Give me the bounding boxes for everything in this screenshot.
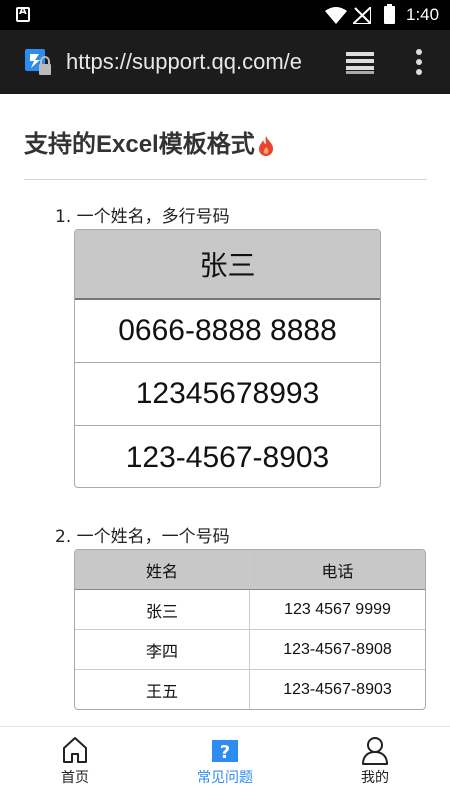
name-cell: 张三 bbox=[75, 590, 250, 629]
title-divider bbox=[24, 179, 427, 180]
phone-cell: 123-4567-8903 bbox=[283, 681, 392, 698]
column-header-name: 姓名 bbox=[75, 550, 250, 589]
nav-item-faq[interactable]: ? 常见问题 bbox=[175, 735, 275, 795]
app-notification-icon bbox=[16, 6, 30, 22]
table-row: 12345678993 bbox=[75, 363, 380, 426]
tabs-icon[interactable] bbox=[344, 50, 376, 76]
section2-label: 2. 一个姓名，一个号码 bbox=[55, 527, 230, 547]
table-row: 0666-8888 8888 bbox=[75, 300, 380, 363]
table-row: 123-4567-8903 bbox=[125, 440, 330, 474]
table-header-name: 张三 bbox=[75, 230, 380, 300]
nav-label-home: 首页 bbox=[61, 770, 89, 786]
user-icon bbox=[362, 737, 388, 765]
name-cell: 王五 bbox=[75, 670, 250, 709]
nav-label-faq: 常见问题 bbox=[197, 770, 253, 786]
nav-label-mine: 我的 bbox=[361, 770, 389, 786]
page-content: 支持的Excel模板格式 1. 一个姓名，多行号码 张三 0666-8888 8… bbox=[0, 94, 450, 726]
phone-cell: 123-4567-8908 bbox=[283, 640, 392, 658]
site-lock-icon bbox=[25, 49, 51, 75]
page-title: 支持的Excel模板格式 bbox=[24, 124, 275, 159]
page-title-text: 支持的Excel模板格式 bbox=[24, 131, 255, 158]
section1-label: 1. 一个姓名，多行号码 bbox=[55, 207, 230, 227]
multi-number-table: 张三 0666-8888 8888 12345678993 123-4567-8… bbox=[74, 229, 381, 488]
url-field[interactable]: https://support.qq.com/e bbox=[66, 49, 324, 75]
battery-icon bbox=[384, 4, 395, 24]
home-icon bbox=[63, 737, 87, 763]
bottom-nav: 首页 ? 常见问题 我的 bbox=[0, 726, 450, 800]
table-header-row: 姓名 电话 bbox=[75, 550, 425, 590]
question-icon: ? bbox=[212, 740, 238, 763]
table-row: 张三 123 4567 9999 bbox=[75, 590, 425, 630]
nav-item-home[interactable]: 首页 bbox=[25, 735, 125, 795]
status-bar: 1:40 bbox=[0, 0, 450, 30]
single-number-table: 姓名 电话 张三 123 4567 9999 李四 123-4567-8908 … bbox=[74, 549, 426, 710]
status-time: 1:40 bbox=[406, 5, 440, 24]
name-cell: 李四 bbox=[75, 630, 250, 669]
nav-item-mine[interactable]: 我的 bbox=[325, 735, 425, 795]
phone-cell: 123 4567 9999 bbox=[284, 600, 391, 618]
browser-url-bar: https://support.qq.com/e bbox=[0, 30, 450, 94]
fire-icon bbox=[258, 135, 273, 156]
table-row: 王五 123-4567-8903 bbox=[75, 670, 425, 709]
table-row: 李四 123-4567-8908 bbox=[75, 630, 425, 670]
column-header-phone: 电话 bbox=[321, 561, 354, 581]
wifi-icon bbox=[325, 7, 347, 24]
overflow-menu-icon[interactable] bbox=[414, 48, 424, 76]
svg-text:?: ? bbox=[220, 742, 230, 763]
signal-off-icon bbox=[353, 7, 371, 24]
